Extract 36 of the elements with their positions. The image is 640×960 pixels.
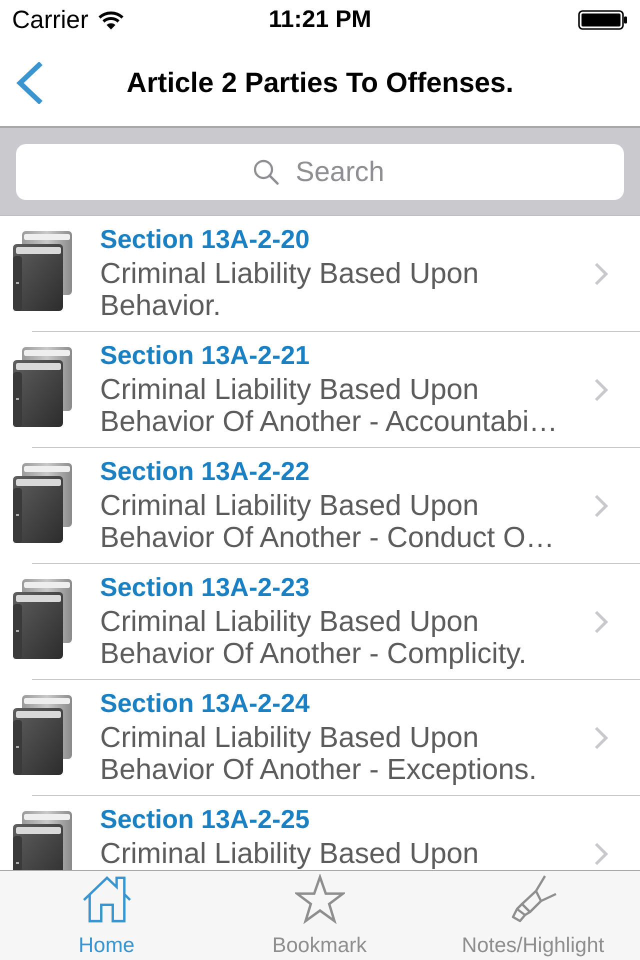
wifi-icon xyxy=(98,10,124,30)
battery-icon xyxy=(578,10,628,30)
status-time: 11:21 PM xyxy=(268,6,372,34)
section-description: Criminal Liability Based Upon Behavior Of Another - Exceptions. xyxy=(100,722,538,786)
chevron-icon xyxy=(594,494,608,518)
chevron-icon xyxy=(594,726,608,750)
search-field[interactable]: Search xyxy=(16,144,624,200)
chevron-icon xyxy=(594,378,608,402)
books-icon xyxy=(12,346,74,428)
section-title[interactable]: Section 13A-2-24 xyxy=(100,688,310,718)
section-title[interactable]: Section 13A-2-22 xyxy=(100,456,310,486)
books-icon xyxy=(12,578,74,660)
chevron-icon xyxy=(594,610,608,634)
tab[interactable]: Notes/Highlight xyxy=(426,871,640,960)
section-description: Criminal Liability Based Upon Behavior Of Another - Complicity. xyxy=(100,606,528,670)
section-title[interactable]: Section 13A-2-20 xyxy=(100,224,310,254)
chevron-icon xyxy=(594,842,608,866)
books-icon xyxy=(12,462,74,544)
tab[interactable]: Bookmark xyxy=(213,871,426,960)
books-icon xyxy=(12,694,74,776)
nav-title: Article 2 Parties To Offenses. xyxy=(126,67,514,99)
section-title[interactable]: Section 13A-2-21 xyxy=(100,340,310,370)
section-title[interactable]: Section 13A-2-25 xyxy=(100,804,310,834)
star-icon xyxy=(294,874,344,924)
tab[interactable]: Home xyxy=(0,871,213,960)
section-description: Criminal Liability Based Upon Behavior Of Another - Conduct O… xyxy=(100,490,556,554)
house-icon xyxy=(82,874,132,924)
section-description: Criminal Liability Based Upon Behavior Of Another - Accountabi… xyxy=(100,374,559,438)
back-chevron-icon xyxy=(15,62,43,104)
section-description: Criminal Liability Based Upon Behavior. xyxy=(100,258,480,322)
search-icon xyxy=(253,159,279,185)
chevron-icon xyxy=(594,262,608,286)
carrier-name: Carrier xyxy=(12,6,88,34)
section-title[interactable]: Section 13A-2-23 xyxy=(100,572,310,602)
section-description: Criminal Liability Based Upon xyxy=(100,838,480,870)
books-icon xyxy=(12,230,74,312)
